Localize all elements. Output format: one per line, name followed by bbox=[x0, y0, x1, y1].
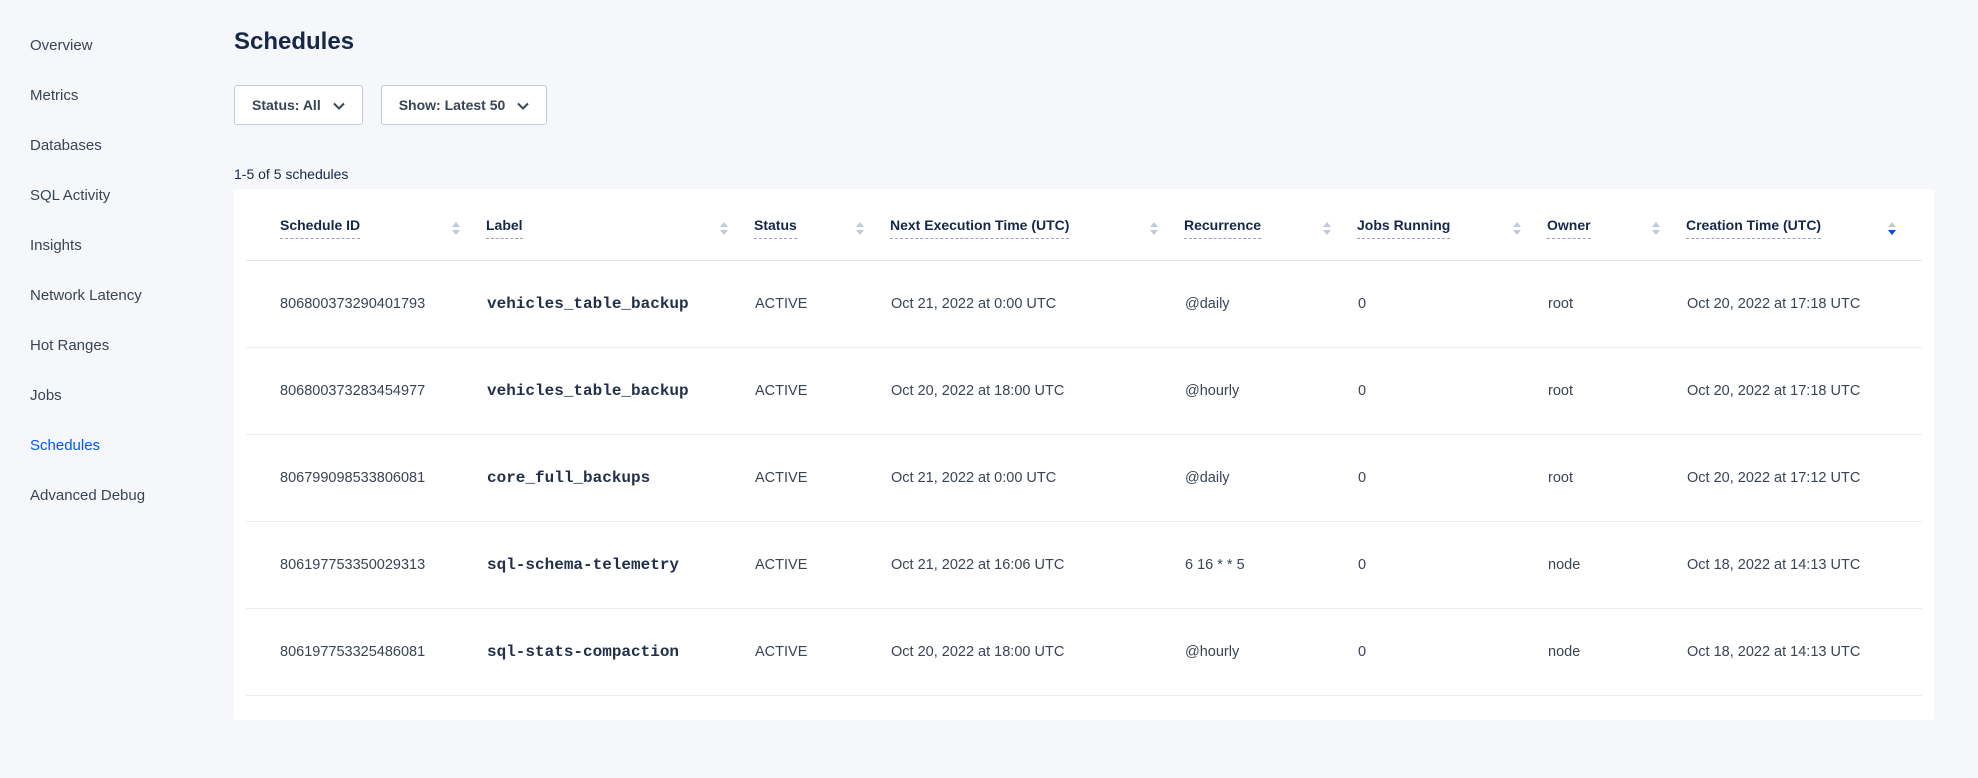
cell-owner: root bbox=[1547, 261, 1686, 348]
sort-icon[interactable] bbox=[1150, 222, 1158, 235]
cell-next-execution: Oct 20, 2022 at 18:00 UTC bbox=[890, 609, 1184, 696]
sidebar-item-advanced-debug[interactable]: Advanced Debug bbox=[0, 471, 190, 521]
sort-icon[interactable] bbox=[1652, 222, 1660, 235]
column-header-recurrence[interactable]: Recurrence bbox=[1184, 189, 1357, 261]
cell-next-execution: Oct 21, 2022 at 0:00 UTC bbox=[890, 261, 1184, 348]
column-header-owner[interactable]: Owner bbox=[1547, 189, 1686, 261]
sidebar-item-hot-ranges[interactable]: Hot Ranges bbox=[0, 321, 190, 371]
cell-schedule-id: 806197753325486081 bbox=[246, 609, 486, 696]
main-content: Schedules Status: All Show: Latest 50 1-… bbox=[190, 0, 1978, 778]
cell-label: vehicles_table_backup bbox=[486, 261, 754, 348]
cell-jobs-running: 0 bbox=[1357, 609, 1547, 696]
column-label-next-execution-time: Next Execution Time (UTC) bbox=[890, 217, 1069, 239]
show-filter-dropdown[interactable]: Show: Latest 50 bbox=[381, 85, 548, 125]
cell-label: core_full_backups bbox=[486, 435, 754, 522]
sort-icon[interactable] bbox=[720, 222, 728, 235]
page-title: Schedules bbox=[234, 28, 1934, 56]
cell-label: vehicles_table_backup bbox=[486, 348, 754, 435]
cell-jobs-running: 0 bbox=[1357, 348, 1547, 435]
cell-label: sql-stats-compaction bbox=[486, 609, 754, 696]
cell-creation-time: Oct 18, 2022 at 14:13 UTC bbox=[1686, 609, 1922, 696]
cell-next-execution: Oct 21, 2022 at 0:00 UTC bbox=[890, 435, 1184, 522]
sidebar-item-schedules[interactable]: Schedules bbox=[0, 421, 190, 471]
show-filter-label: Show: Latest 50 bbox=[399, 97, 506, 113]
column-label-schedule-id: Schedule ID bbox=[280, 217, 360, 239]
cell-status: ACTIVE bbox=[754, 522, 890, 609]
table-row: 806197753325486081 sql-stats-compaction … bbox=[246, 609, 1922, 696]
schedules-table-card: Schedule ID Label Stat bbox=[234, 189, 1934, 720]
cell-owner: node bbox=[1547, 522, 1686, 609]
sidebar-item-sql-activity[interactable]: SQL Activity bbox=[0, 171, 190, 221]
app-root: Overview Metrics Databases SQL Activity … bbox=[0, 0, 1978, 778]
table-row: 806800373283454977 vehicles_table_backup… bbox=[246, 348, 1922, 435]
cell-jobs-running: 0 bbox=[1357, 522, 1547, 609]
table-row: 806800373290401793 vehicles_table_backup… bbox=[246, 261, 1922, 348]
status-filter-dropdown[interactable]: Status: All bbox=[234, 85, 363, 125]
cell-jobs-running: 0 bbox=[1357, 261, 1547, 348]
cell-creation-time: Oct 20, 2022 at 17:18 UTC bbox=[1686, 261, 1922, 348]
sidebar-item-databases[interactable]: Databases bbox=[0, 121, 190, 171]
chevron-down-icon bbox=[517, 102, 529, 110]
cell-recurrence: @daily bbox=[1184, 261, 1357, 348]
cell-next-execution: Oct 20, 2022 at 18:00 UTC bbox=[890, 348, 1184, 435]
cell-owner: node bbox=[1547, 609, 1686, 696]
sidebar-item-insights[interactable]: Insights bbox=[0, 221, 190, 271]
column-header-label[interactable]: Label bbox=[486, 189, 754, 261]
cell-creation-time: Oct 20, 2022 at 17:12 UTC bbox=[1686, 435, 1922, 522]
cell-creation-time: Oct 18, 2022 at 14:13 UTC bbox=[1686, 522, 1922, 609]
cell-recurrence: @daily bbox=[1184, 435, 1357, 522]
column-header-schedule-id[interactable]: Schedule ID bbox=[246, 189, 486, 261]
cell-recurrence: @hourly bbox=[1184, 348, 1357, 435]
table-row: 806799098533806081 core_full_backups ACT… bbox=[246, 435, 1922, 522]
sidebar-item-metrics[interactable]: Metrics bbox=[0, 71, 190, 121]
sort-icon-active-desc[interactable] bbox=[1888, 222, 1896, 235]
column-label-owner: Owner bbox=[1547, 217, 1591, 239]
sidebar: Overview Metrics Databases SQL Activity … bbox=[0, 0, 190, 778]
schedules-table: Schedule ID Label Stat bbox=[246, 189, 1922, 696]
chevron-down-icon bbox=[333, 102, 345, 110]
column-header-status[interactable]: Status bbox=[754, 189, 890, 261]
cell-status: ACTIVE bbox=[754, 348, 890, 435]
cell-creation-time: Oct 20, 2022 at 17:18 UTC bbox=[1686, 348, 1922, 435]
column-label-jobs-running: Jobs Running bbox=[1357, 217, 1450, 239]
column-header-jobs-running[interactable]: Jobs Running bbox=[1357, 189, 1547, 261]
cell-schedule-id: 806800373290401793 bbox=[246, 261, 486, 348]
table-header-row: Schedule ID Label Stat bbox=[246, 189, 1922, 261]
cell-status: ACTIVE bbox=[754, 609, 890, 696]
cell-owner: root bbox=[1547, 348, 1686, 435]
cell-schedule-id: 806197753350029313 bbox=[246, 522, 486, 609]
sort-icon[interactable] bbox=[1513, 222, 1521, 235]
table-row: 806197753350029313 sql-schema-telemetry … bbox=[246, 522, 1922, 609]
cell-label: sql-schema-telemetry bbox=[486, 522, 754, 609]
sort-icon[interactable] bbox=[1323, 222, 1331, 235]
cell-status: ACTIVE bbox=[754, 435, 890, 522]
column-header-next-execution-time[interactable]: Next Execution Time (UTC) bbox=[890, 189, 1184, 261]
column-label-label: Label bbox=[486, 217, 523, 239]
cell-jobs-running: 0 bbox=[1357, 435, 1547, 522]
sidebar-item-network-latency[interactable]: Network Latency bbox=[0, 271, 190, 321]
cell-next-execution: Oct 21, 2022 at 16:06 UTC bbox=[890, 522, 1184, 609]
column-header-creation-time[interactable]: Creation Time (UTC) bbox=[1686, 189, 1922, 261]
cell-status: ACTIVE bbox=[754, 261, 890, 348]
cell-owner: root bbox=[1547, 435, 1686, 522]
cell-schedule-id: 806800373283454977 bbox=[246, 348, 486, 435]
column-label-creation-time: Creation Time (UTC) bbox=[1686, 217, 1821, 239]
filter-bar: Status: All Show: Latest 50 bbox=[234, 85, 1934, 125]
status-filter-label: Status: All bbox=[252, 97, 321, 113]
sidebar-item-jobs[interactable]: Jobs bbox=[0, 371, 190, 421]
sort-icon[interactable] bbox=[856, 222, 864, 235]
cell-schedule-id: 806799098533806081 bbox=[246, 435, 486, 522]
results-count: 1-5 of 5 schedules bbox=[234, 166, 1934, 182]
sort-icon[interactable] bbox=[452, 222, 460, 235]
cell-recurrence: @hourly bbox=[1184, 609, 1357, 696]
sidebar-item-overview[interactable]: Overview bbox=[0, 21, 190, 71]
cell-recurrence: 6 16 * * 5 bbox=[1184, 522, 1357, 609]
column-label-recurrence: Recurrence bbox=[1184, 217, 1261, 239]
column-label-status: Status bbox=[754, 217, 797, 239]
